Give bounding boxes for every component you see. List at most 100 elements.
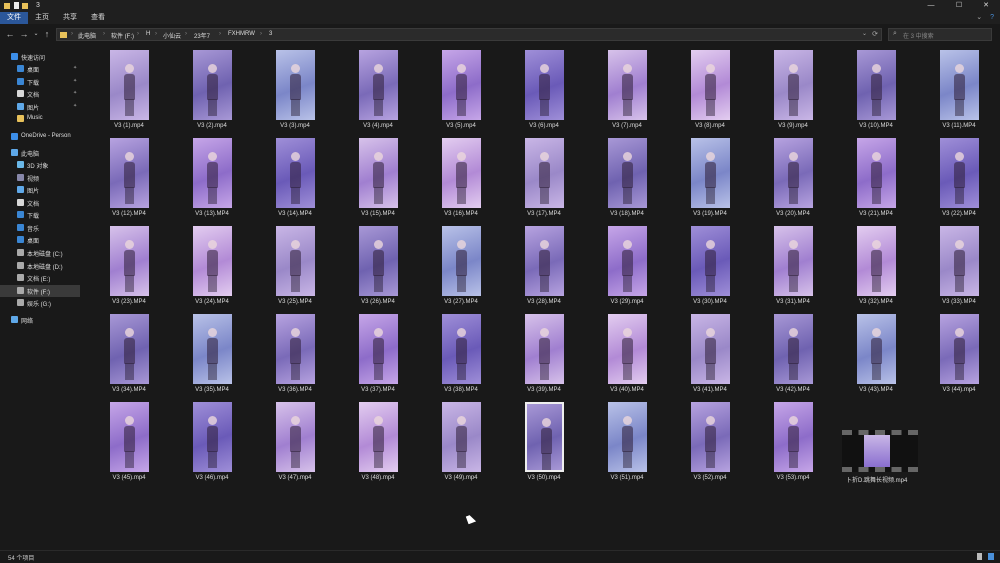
- sidebar-item[interactable]: 本地磁盘 (D:): [0, 260, 80, 272]
- tab-file[interactable]: 文件: [0, 12, 28, 24]
- sidebar-item[interactable]: 桌面 ✦: [0, 63, 80, 75]
- file-item[interactable]: V3 (49).mp4: [431, 398, 491, 486]
- file-item[interactable]: V3 (46).mp4: [182, 398, 242, 486]
- file-item[interactable]: V3 (24).MP4: [182, 222, 242, 310]
- file-item[interactable]: V3 (45).mp4: [99, 398, 159, 486]
- sidebar-item[interactable]: 桌面: [0, 234, 80, 246]
- minimize-button[interactable]: —: [917, 0, 945, 12]
- breadcrumb-xiaoxianyun[interactable]: 小仙云: [163, 31, 181, 40]
- file-item[interactable]: V3 (12).MP4: [99, 134, 159, 222]
- file-item[interactable]: V3 (41).MP4: [680, 310, 740, 398]
- breadcrumb-fxhmrw[interactable]: FXHMRW: [228, 31, 255, 37]
- sidebar-item[interactable]: 图片: [0, 184, 80, 196]
- sidebar-item[interactable]: 下载 ✦: [0, 76, 80, 88]
- sidebar-item[interactable]: 快速访问: [0, 51, 80, 63]
- file-item[interactable]: V3 (11).MP4: [929, 46, 989, 134]
- tab-share[interactable]: 共享: [58, 12, 82, 24]
- file-item[interactable]: V3 (21).MP4: [846, 134, 906, 222]
- file-item[interactable]: V3 (43).MP4: [846, 310, 906, 398]
- file-item[interactable]: V3 (30).MP4: [680, 222, 740, 310]
- file-item[interactable]: V3 (17).MP4: [514, 134, 574, 222]
- breadcrumb-23-year-7[interactable]: 23年7: [194, 31, 210, 40]
- file-item[interactable]: V3 (20).MP4: [763, 134, 823, 222]
- file-item[interactable]: V3 (27).MP4: [431, 222, 491, 310]
- sidebar-item[interactable]: 网络: [0, 314, 80, 326]
- properties-icon[interactable]: [14, 2, 20, 9]
- file-item[interactable]: V3 (18).MP4: [597, 134, 657, 222]
- file-item[interactable]: V3 (1).mp4: [99, 46, 159, 134]
- file-item[interactable]: V3 (32).MP4: [846, 222, 906, 310]
- sidebar-item[interactable]: 软件 (F:): [0, 285, 80, 297]
- large-icons-view-button[interactable]: [988, 553, 994, 560]
- expand-ribbon-icon[interactable]: ⌄: [976, 14, 982, 21]
- breadcrumb-drive-f[interactable]: 软件 (F:): [111, 31, 134, 40]
- address-dropdown-icon[interactable]: ⌄: [862, 30, 867, 37]
- file-item[interactable]: V3 (28).MP4: [514, 222, 574, 310]
- sidebar-item[interactable]: 视频: [0, 172, 80, 184]
- breadcrumb-h[interactable]: H: [146, 31, 150, 37]
- file-item[interactable]: V3 (42).MP4: [763, 310, 823, 398]
- file-item[interactable]: V3 (47).mp4: [265, 398, 325, 486]
- file-item[interactable]: V3 (8).mp4: [680, 46, 740, 134]
- file-item[interactable]: V3 (35).MP4: [182, 310, 242, 398]
- file-item[interactable]: V3 (19).MP4: [680, 134, 740, 222]
- sidebar-item[interactable]: 娱乐 (G:): [0, 297, 80, 309]
- breadcrumb-this-pc[interactable]: 此电脑: [78, 31, 96, 40]
- file-item[interactable]: V3 (36).MP4: [265, 310, 325, 398]
- sidebar-item[interactable]: 3D 对象: [0, 159, 80, 171]
- file-item[interactable]: V3 (48).mp4: [348, 398, 408, 486]
- tab-view[interactable]: 查看: [86, 12, 110, 24]
- sidebar-item[interactable]: 图片 ✦: [0, 101, 80, 113]
- file-item[interactable]: V3 (6).mp4: [514, 46, 574, 134]
- file-item[interactable]: V3 (10).MP4: [846, 46, 906, 134]
- up-button[interactable]: ↑: [41, 28, 53, 40]
- file-item[interactable]: V3 (15).MP4: [348, 134, 408, 222]
- file-item[interactable]: V3 (5).mp4: [431, 46, 491, 134]
- file-item[interactable]: V3 (53).mp4: [763, 398, 823, 486]
- details-view-button[interactable]: [977, 553, 982, 560]
- help-icon[interactable]: ?: [990, 14, 994, 21]
- refresh-icon[interactable]: ⟳: [872, 30, 878, 38]
- file-item[interactable]: V3 (22).MP4: [929, 134, 989, 222]
- file-item[interactable]: V3 (2).mp4: [182, 46, 242, 134]
- forward-button[interactable]: →: [18, 28, 30, 40]
- back-button[interactable]: ←: [4, 28, 16, 40]
- file-item[interactable]: V3 (14).MP4: [265, 134, 325, 222]
- file-item[interactable]: V3 (4).mp4: [348, 46, 408, 134]
- file-item[interactable]: V3 (13).MP4: [182, 134, 242, 222]
- sidebar-item[interactable]: 下载: [0, 209, 80, 221]
- file-item[interactable]: V3 (34).MP4: [99, 310, 159, 398]
- file-item[interactable]: V3 (38).MP4: [431, 310, 491, 398]
- file-item[interactable]: V3 (50).mp4: [514, 398, 574, 486]
- search-input[interactable]: ⌕ 在 3 中搜索: [888, 28, 992, 41]
- file-item[interactable]: V3 (23).MP4: [99, 222, 159, 310]
- file-item[interactable]: 卜折D.跳舞长视频.mp4: [842, 398, 918, 486]
- sidebar-item[interactable]: 文档 ✦: [0, 88, 80, 100]
- file-item[interactable]: V3 (39).MP4: [514, 310, 574, 398]
- sidebar-item[interactable]: 此电脑: [0, 147, 80, 159]
- file-item[interactable]: V3 (29).mp4: [597, 222, 657, 310]
- file-item[interactable]: V3 (7).mp4: [597, 46, 657, 134]
- sidebar-item[interactable]: OneDrive - Person: [0, 131, 80, 143]
- file-item[interactable]: V3 (40).MP4: [597, 310, 657, 398]
- file-item[interactable]: V3 (26).MP4: [348, 222, 408, 310]
- new-folder-icon[interactable]: [22, 2, 28, 9]
- tab-home[interactable]: 主页: [30, 12, 54, 24]
- close-button[interactable]: ✕: [972, 0, 1000, 12]
- file-item[interactable]: V3 (31).MP4: [763, 222, 823, 310]
- file-item[interactable]: V3 (44).mp4: [929, 310, 989, 398]
- file-item[interactable]: V3 (9).mp4: [763, 46, 823, 134]
- sidebar-item[interactable]: 音乐: [0, 222, 80, 234]
- address-bar[interactable]: › 此电脑 › 软件 (F:) › H › 小仙云 › 23年7 › FXHMR…: [56, 28, 882, 41]
- breadcrumb-3[interactable]: 3: [269, 31, 272, 37]
- file-item[interactable]: V3 (33).MP4: [929, 222, 989, 310]
- file-item[interactable]: V3 (51).mp4: [597, 398, 657, 486]
- file-item[interactable]: V3 (3).mp4: [265, 46, 325, 134]
- maximize-button[interactable]: ☐: [945, 0, 973, 12]
- file-item[interactable]: V3 (16).MP4: [431, 134, 491, 222]
- sidebar-item[interactable]: Music: [0, 113, 80, 125]
- sidebar-item[interactable]: 文档 (E:): [0, 272, 80, 284]
- file-item[interactable]: V3 (52).mp4: [680, 398, 740, 486]
- sidebar-item[interactable]: 本地磁盘 (C:): [0, 247, 80, 259]
- file-item[interactable]: V3 (37).MP4: [348, 310, 408, 398]
